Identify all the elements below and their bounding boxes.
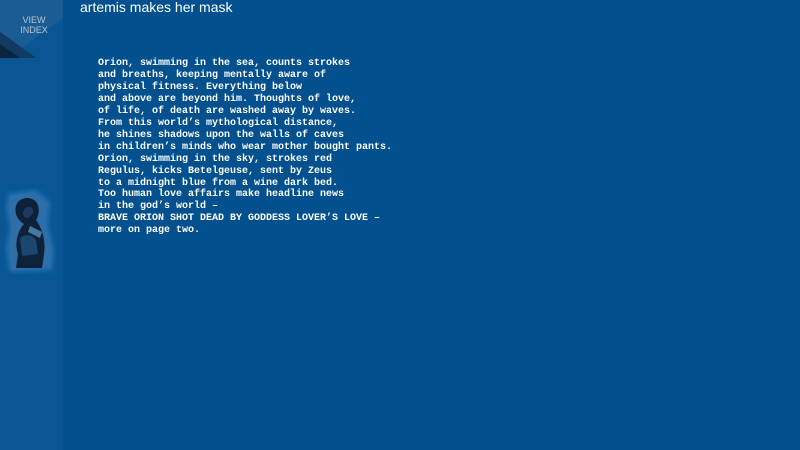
figure-thumbnail-link[interactable]	[2, 188, 56, 274]
page: VIEW INDEX artemis makes her mask Orion,…	[0, 0, 800, 450]
left-nav-panel: VIEW INDEX	[0, 0, 63, 450]
poem-line: and breaths, keeping mentally aware of	[98, 69, 327, 81]
poem-line: Regulus, kicks Betelgeuse, sent by Zeus	[98, 165, 333, 177]
poem-line: to a midnight blue from a wine dark bed.	[98, 177, 339, 189]
poem-line: Orion, swimming in the sky, strokes red	[98, 153, 333, 165]
poem-line: physical fitness. Everything below	[98, 81, 303, 93]
poem-line: in children’s minds who wear mother boug…	[98, 141, 393, 153]
poem-line: BRAVE ORION SHOT DEAD BY GODDESS LOVER’S…	[98, 213, 381, 225]
poem-line: Orion, swimming in the sea, counts strok…	[98, 58, 351, 69]
poem-line: and above are beyond him. Thoughts of lo…	[98, 93, 357, 105]
poem-line: of life, of death are washed away by wav…	[98, 105, 357, 117]
poem-line: From this world’s mythological distance,	[98, 117, 339, 129]
poem-text: Orion, swimming in the sea, counts strok…	[98, 58, 392, 237]
poem-line: he shines shadows upon the walls of cave…	[98, 129, 345, 141]
poem-line: Too human love affairs make headline new…	[98, 189, 345, 201]
view-index-label: VIEW INDEX	[20, 15, 48, 35]
poem-line: in the god’s world –	[98, 201, 219, 213]
view-index-button[interactable]: VIEW INDEX	[0, 0, 63, 58]
poem-line: more on page two.	[98, 225, 201, 237]
page-title: artemis makes her mask	[80, 0, 233, 15]
figure-thumbnail-icon	[6, 190, 54, 272]
